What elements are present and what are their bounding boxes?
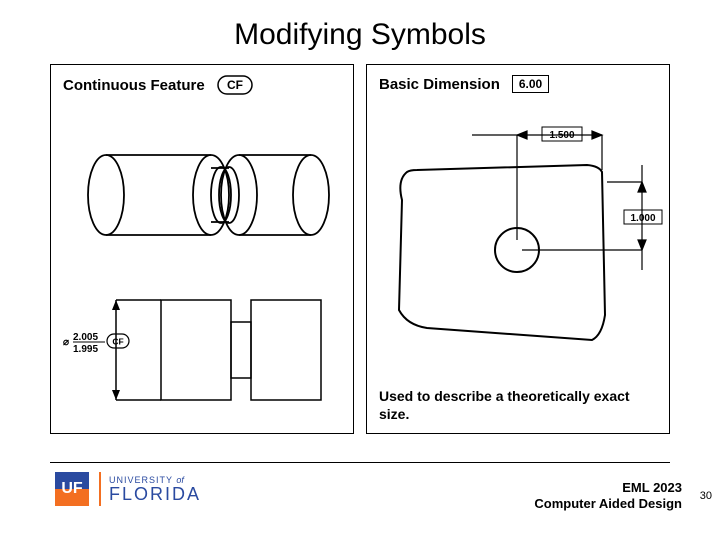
- dim-dia-symbol: ⌀: [63, 337, 69, 348]
- uf-logo: UF UNIVERSITY of FLORIDA: [55, 472, 201, 506]
- dim-upper: 2.005: [73, 332, 98, 343]
- drawing-basic-dim: 1.500 1.000: [377, 110, 667, 360]
- right-header-text: Basic Dimension: [379, 76, 500, 93]
- panel-continuous-feature: Continuous Feature CF: [50, 64, 354, 434]
- dim-cf-label: CF: [112, 337, 123, 347]
- cf-symbol-icon: CF: [217, 75, 253, 95]
- left-header-text: Continuous Feature: [63, 77, 205, 94]
- panel-header-left: Continuous Feature CF: [63, 75, 253, 95]
- panel-basic-dimension: Basic Dimension 6.00 1.500: [366, 64, 670, 434]
- uf-florida-word: FLORIDA: [109, 485, 201, 503]
- uf-university-word: UNIVERSITY: [109, 475, 176, 485]
- page-number: 30: [700, 490, 712, 502]
- drawing-shaft-iso: [61, 120, 341, 280]
- course-code: EML 2023: [534, 480, 682, 496]
- slide-title: Modifying Symbols: [0, 0, 720, 64]
- right-footer-text: Used to describe a theoretically exact s…: [379, 388, 657, 423]
- dim-v-value: 1.000: [630, 213, 655, 224]
- panel-header-right: Basic Dimension 6.00: [379, 75, 549, 93]
- panel-row: Continuous Feature CF: [0, 64, 720, 434]
- uf-logo-text: UNIVERSITY of FLORIDA: [109, 476, 201, 503]
- course-name: Computer Aided Design: [534, 496, 682, 512]
- basic-dimension-symbol: 6.00: [512, 75, 549, 93]
- uf-logo-divider: [99, 472, 101, 506]
- dim-lower: 1.995: [73, 344, 98, 355]
- footer-rule: [50, 462, 670, 463]
- uf-of-word: of: [176, 475, 184, 485]
- course-label: EML 2023 Computer Aided Design: [534, 480, 682, 513]
- drawing-shaft-ortho: ⌀ 2.005 1.995 CF: [61, 290, 351, 425]
- cf-symbol-text: CF: [227, 78, 243, 92]
- uf-logo-mark: UF: [55, 472, 89, 506]
- dim-h-value: 1.500: [549, 130, 574, 141]
